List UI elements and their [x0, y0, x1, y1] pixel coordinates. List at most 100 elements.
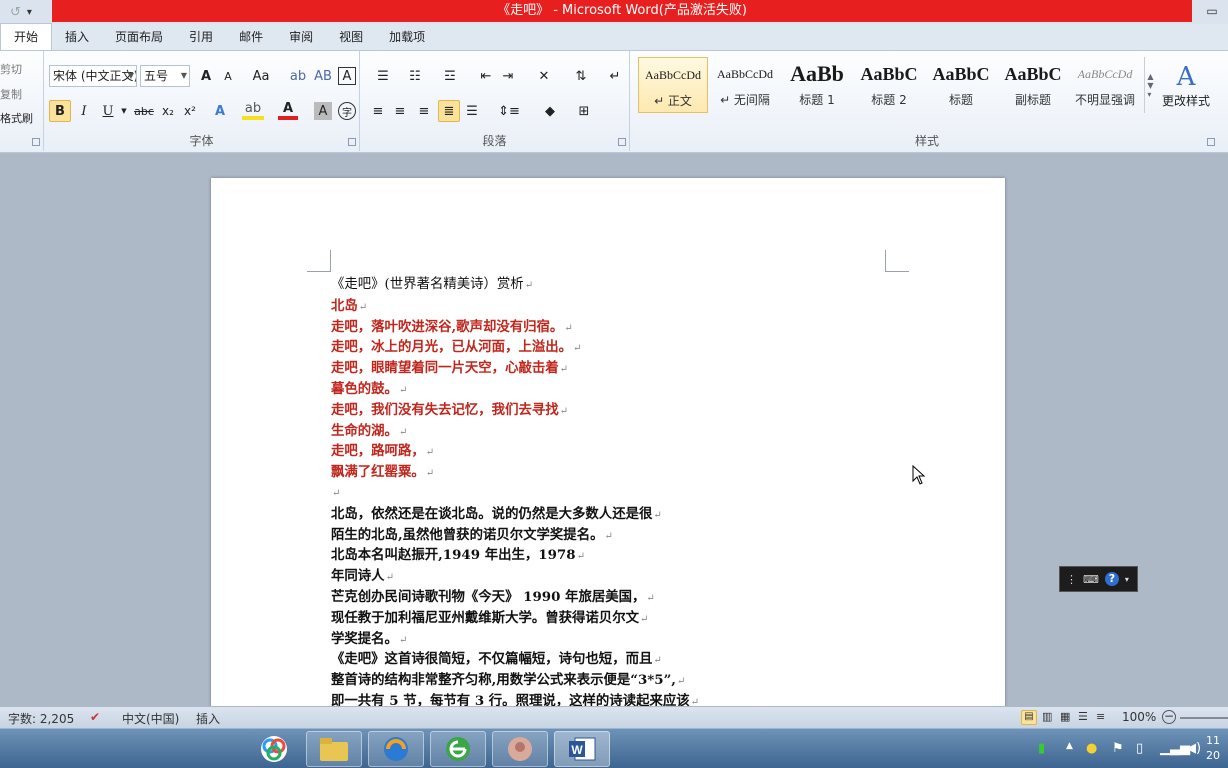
cut-button[interactable]: 剪切 [0, 61, 22, 77]
document-line[interactable]: 北岛↵ [331, 296, 367, 319]
document-line[interactable]: 北岛本名叫赵振开,1949 年出生，1978↵ [331, 545, 585, 568]
document-line[interactable]: 暮色的鼓。↵ [331, 379, 407, 402]
tab-page-layout[interactable]: 页面布局 [102, 24, 176, 50]
document-line[interactable]: 走吧，冰上的月光，已从河面，上溢出。↵ [331, 337, 581, 360]
document-line[interactable]: 整首诗的结构非常整齐匀称,用数学公式来表示便是“3*5”,↵ [331, 670, 685, 693]
italic-button[interactable]: I [74, 100, 94, 122]
web-layout-icon[interactable]: ▦ [1060, 710, 1070, 723]
print-layout-icon[interactable]: ▤ [1021, 710, 1037, 725]
justify-icon[interactable]: ≣ [438, 100, 460, 122]
decrease-indent-icon[interactable]: ⇤ [476, 65, 496, 87]
document-line[interactable]: 走吧，路呵路，↵ [331, 441, 434, 464]
volume-icon[interactable]: ◀) [1186, 741, 1201, 756]
phonetic-guide-icon[interactable]: ab [288, 65, 308, 87]
numbering-icon[interactable]: ☷ [402, 65, 428, 87]
clock[interactable]: 11 20 [1206, 733, 1228, 763]
zoom-slider[interactable] [1180, 717, 1228, 719]
shading-icon[interactable]: ◆ [536, 100, 564, 122]
document-line[interactable]: 《走吧》这首诗很简短，不仅篇幅短，诗句也短，而且↵ [331, 649, 662, 672]
superscript-button[interactable]: x² [180, 100, 200, 122]
document-line[interactable]: 走吧，眼睛望着同一片天空，心敲击着↵ [331, 358, 568, 381]
media-player-icon[interactable] [368, 731, 424, 767]
full-screen-reading-icon[interactable]: ▥ [1042, 710, 1052, 723]
minimize-button[interactable]: ▭ [1196, 0, 1228, 24]
bold-button[interactable]: B [49, 100, 71, 122]
tab-references[interactable]: 引用 [176, 24, 226, 50]
draft-icon[interactable]: ≡ [1096, 710, 1105, 723]
document-line[interactable]: 现任教于加利福尼亚州戴维斯大学。曾获得诺贝尔文↵ [331, 608, 648, 631]
borders-icon[interactable]: ⊞ [570, 100, 598, 122]
styles-launcher-icon[interactable] [1207, 138, 1215, 146]
document-line[interactable]: 芒克创办民间诗歌刊物《今天》 1990 年旅居美国，↵ [331, 587, 655, 610]
change-case-button[interactable]: Aa [248, 65, 274, 87]
language-indicator[interactable]: 中文(中国) [122, 710, 179, 727]
keyboard-icon[interactable]: ⌨ [1083, 573, 1099, 586]
style-subtle-emphasis[interactable]: AaBbCcDd 不明显强调 [1070, 57, 1140, 113]
increase-indent-icon[interactable]: ⇥ [498, 65, 518, 87]
baidu-netdisk-icon[interactable] [246, 731, 302, 767]
style-normal[interactable]: AaBbCcDd ↵ 正文 [638, 57, 708, 113]
sort-icon[interactable]: ⇅ [570, 65, 592, 87]
tab-view[interactable]: 视图 [326, 24, 376, 50]
proofing-icon[interactable]: ✔ [90, 710, 100, 724]
clipboard-launcher-icon[interactable] [32, 138, 40, 146]
document-line[interactable]: 走吧，落叶吹进深谷,歌声却没有归宿。↵ [331, 317, 573, 340]
strikethrough-button[interactable]: abc [132, 100, 156, 122]
document-line[interactable]: 学奖提名。↵ [331, 629, 407, 652]
file-explorer-icon[interactable] [306, 731, 362, 767]
align-center-icon[interactable]: ≡ [390, 100, 410, 122]
tab-home[interactable]: 开始 [0, 23, 53, 50]
distributed-icon[interactable]: ☰ [462, 100, 482, 122]
qat-customize-icon[interactable]: ▾ [27, 7, 32, 18]
document-line[interactable]: 飘满了红罂粟。↵ [331, 462, 434, 485]
style-title[interactable]: AaBbC 标题 [926, 57, 996, 113]
font-launcher-icon[interactable] [348, 138, 356, 146]
document-line[interactable]: ↵ [331, 483, 340, 505]
tab-insert[interactable]: 插入 [52, 24, 102, 50]
chevron-down-icon[interactable]: ▾ [1125, 575, 1129, 584]
styles-scroll-icon[interactable]: ▲ ▼ ▾ [1144, 57, 1156, 113]
chinese-layout-icon[interactable]: ✕ [532, 65, 556, 87]
copy-button[interactable]: 复制 [0, 86, 22, 102]
align-left-icon[interactable]: ≡ [368, 100, 388, 122]
word-count[interactable]: 字数: 2,205 [8, 710, 74, 727]
clear-format-icon[interactable]: AB [312, 65, 334, 87]
document-line[interactable]: 陌生的北岛,虽然他曾获的诺贝尔文学奖提名。↵ [331, 525, 613, 548]
style-subtitle[interactable]: AaBbC 副标题 [998, 57, 1068, 113]
paragraph-launcher-icon[interactable] [618, 138, 626, 146]
document-line[interactable]: 生命的湖。↵ [331, 421, 407, 444]
style-heading-1[interactable]: AaBb 标题 1 [782, 57, 852, 113]
photo-app-icon[interactable] [492, 731, 548, 767]
text-effects-button[interactable]: A [210, 100, 230, 122]
underline-button[interactable]: U [98, 100, 118, 122]
zoom-out-icon[interactable]: − [1162, 710, 1176, 724]
subscript-button[interactable]: x₂ [158, 100, 178, 122]
format-painter-button[interactable]: 格式刷 [0, 110, 33, 126]
char-shading-button[interactable]: A [314, 102, 332, 120]
shrink-font-button[interactable]: A [218, 65, 238, 87]
align-right-icon[interactable]: ≡ [414, 100, 434, 122]
document-line[interactable]: 走吧，我们没有失去记忆，我们去寻找↵ [331, 400, 568, 423]
zoom-level[interactable]: 100% [1122, 710, 1156, 724]
highlight-button[interactable]: ab [242, 100, 264, 120]
enclose-char-button[interactable]: 字 [338, 102, 356, 120]
word-taskbar-icon[interactable]: W [554, 731, 610, 767]
multilevel-list-icon[interactable]: ☲ [436, 65, 464, 87]
font-name-combo[interactable]: 宋体 (中文正文) ▼ [49, 65, 137, 87]
grow-font-button[interactable]: A [196, 65, 216, 87]
style-no-spacing[interactable]: AaBbCcDd ↵ 无间隔 [710, 57, 780, 113]
underline-dropdown-icon[interactable]: ▼ [120, 100, 128, 122]
outline-icon[interactable]: ☰ [1078, 710, 1088, 723]
ime-tray-icon[interactable]: ● [1086, 741, 1097, 756]
ime-toolbar[interactable]: ⋮ ⌨ ? ▾ [1059, 566, 1138, 592]
bullets-icon[interactable]: ☰ [370, 65, 396, 87]
style-heading-2[interactable]: AaBbC 标题 2 [854, 57, 924, 113]
font-size-combo[interactable]: 五号 ▼ [140, 65, 190, 87]
line-spacing-icon[interactable]: ⇕≡ [496, 100, 522, 122]
battery-icon[interactable]: ▮ [1038, 741, 1045, 756]
show-marks-icon[interactable]: ↵ [606, 65, 624, 87]
undo-icon[interactable]: ↺ [10, 5, 21, 20]
change-styles-button[interactable]: A 更改样式 [1158, 55, 1214, 115]
insert-mode[interactable]: 插入 [196, 710, 220, 727]
font-color-button[interactable]: A [278, 100, 298, 120]
